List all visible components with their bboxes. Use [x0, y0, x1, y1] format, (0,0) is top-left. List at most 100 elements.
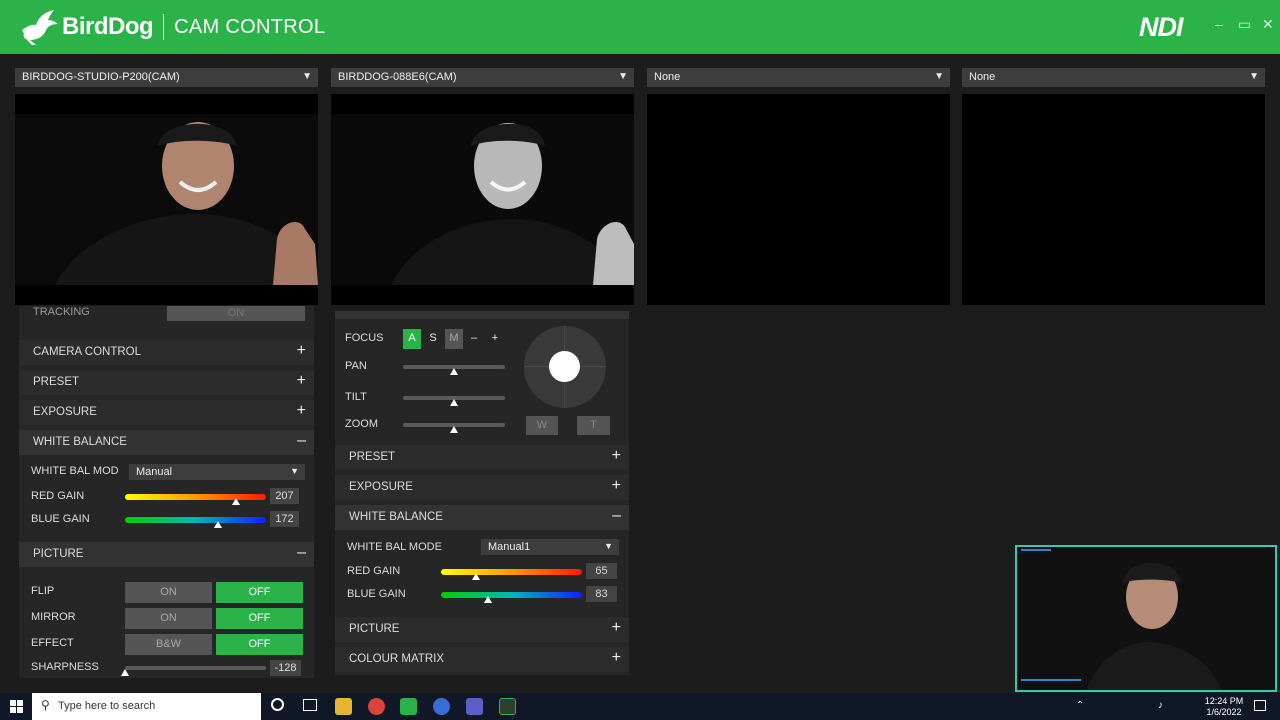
flip-off-button[interactable]: OFF: [216, 582, 303, 603]
red-gain-value: 207: [270, 488, 299, 504]
tracking-toggle[interactable]: ON: [167, 306, 305, 321]
focus-minus-button[interactable]: –: [467, 329, 481, 349]
zoom-tele-button[interactable]: T: [577, 416, 610, 435]
red-gain-label: RED GAIN: [31, 490, 85, 502]
section-preset[interactable]: PRESET +: [335, 445, 629, 470]
mirror-off-button[interactable]: OFF: [216, 608, 303, 629]
tracking-label: TRACKING: [33, 306, 90, 316]
flip-on-button[interactable]: ON: [125, 582, 212, 603]
red-gain-slider[interactable]: [125, 494, 266, 500]
expand-icon: +: [611, 649, 621, 666]
wb-mode-select[interactable]: Manual1 ▼: [481, 539, 619, 555]
source-select-3[interactable]: None ▼: [647, 68, 950, 87]
section-label: PRESET: [33, 376, 80, 388]
sharpness-slider-thumb[interactable]: [121, 669, 129, 676]
tilt-label: TILT: [345, 391, 367, 403]
camera-image: [15, 114, 318, 285]
section-label: WHITE BALANCE: [33, 436, 127, 448]
search-icon: ⚲: [41, 698, 50, 712]
file-explorer-icon[interactable]: [335, 698, 352, 715]
blue-gain-slider-thumb[interactable]: [483, 596, 492, 603]
section-label: PRESET: [349, 451, 396, 463]
flip-label: FLIP: [31, 585, 55, 597]
focus-auto-button[interactable]: A: [403, 329, 421, 349]
blue-gain-slider[interactable]: [125, 517, 266, 523]
red-gain-slider[interactable]: [441, 569, 582, 575]
joystick-knob[interactable]: [549, 351, 580, 382]
chrome-icon[interactable]: [368, 698, 385, 715]
app-name: CAM CONTROL: [174, 15, 326, 38]
section-preset[interactable]: PRESET +: [19, 370, 314, 395]
section-label: PICTURE: [349, 623, 400, 635]
red-gain-slider-thumb[interactable]: [232, 498, 241, 505]
windows-start-icon[interactable]: [10, 700, 23, 713]
expand-icon: +: [296, 402, 306, 419]
video-feed-1[interactable]: [15, 94, 318, 305]
section-exposure[interactable]: EXPOSURE +: [19, 400, 314, 425]
sharpness-value: -128: [270, 660, 301, 676]
chevron-down-icon: ▼: [618, 71, 628, 82]
section-colour-matrix[interactable]: COLOUR MATRIX +: [335, 647, 629, 672]
sharpness-slider[interactable]: [125, 666, 266, 670]
red-gain-slider-thumb[interactable]: [472, 573, 481, 580]
source-select-4[interactable]: None ▼: [962, 68, 1265, 87]
teams-icon[interactable]: [466, 698, 483, 715]
expand-icon: +: [611, 619, 621, 636]
mirror-label: MIRROR: [31, 611, 76, 623]
blue-gain-slider[interactable]: [441, 592, 582, 598]
section-exposure[interactable]: EXPOSURE +: [335, 475, 629, 500]
effect-off-button[interactable]: OFF: [216, 634, 303, 655]
volume-icon[interactable]: ♪: [1158, 700, 1163, 711]
focus-s-button[interactable]: S: [425, 329, 441, 349]
source-select-label: BIRDDOG-088E6(CAM): [338, 71, 457, 83]
source-select-1[interactable]: BIRDDOG-STUDIO-P200(CAM) ▼: [15, 68, 318, 87]
section-label: EXPOSURE: [349, 481, 413, 493]
blue-gain-label: BLUE GAIN: [31, 513, 90, 525]
tilt-slider-thumb[interactable]: [450, 399, 458, 406]
section-white-balance[interactable]: WHITE BALANCE –: [19, 430, 314, 455]
expand-icon: +: [296, 342, 306, 359]
source-select-2[interactable]: BIRDDOG-088E6(CAM) ▼: [331, 68, 634, 87]
mirror-on-button[interactable]: ON: [125, 608, 212, 629]
app-icon[interactable]: [400, 698, 417, 715]
chevron-down-icon: ▼: [1249, 71, 1259, 82]
effect-bw-button[interactable]: B&W: [125, 634, 212, 655]
restore-button[interactable]: ▭: [1238, 16, 1251, 33]
close-button[interactable]: ✕: [1262, 16, 1274, 33]
focus-plus-button[interactable]: +: [488, 329, 502, 349]
video-feed-2[interactable]: [331, 94, 634, 305]
chevron-down-icon: ▼: [290, 466, 299, 476]
minimize-button[interactable]: –: [1215, 16, 1223, 32]
section-picture[interactable]: PICTURE +: [335, 617, 629, 642]
chevron-down-icon: ▼: [934, 71, 944, 82]
section-picture[interactable]: PICTURE –: [19, 542, 314, 567]
notification-icon[interactable]: [1254, 700, 1266, 711]
taskbar-search[interactable]: ⚲ Type here to search: [32, 693, 261, 720]
bird-logo-icon: [22, 10, 58, 45]
zoom-slider-thumb[interactable]: [450, 426, 458, 433]
taskbar-clock[interactable]: 12:24 PM 1/6/2022: [1202, 696, 1246, 718]
chevron-down-icon: ▼: [302, 71, 312, 82]
left-control-panel: TRACKING ON CAMERA CONTROL + PRESET + EX…: [19, 306, 314, 678]
wb-mode-select[interactable]: Manual ▼: [129, 464, 305, 480]
section-camera-control[interactable]: CAMERA CONTROL +: [19, 340, 314, 365]
task-view-icon[interactable]: [303, 699, 317, 711]
video-feed-4[interactable]: [962, 94, 1265, 305]
ndi-logo: NDI: [1139, 12, 1183, 42]
blue-gain-slider-thumb[interactable]: [214, 521, 223, 528]
focus-manual-button[interactable]: M: [445, 329, 463, 349]
section-label: CAMERA CONTROL: [33, 346, 141, 358]
pan-slider-thumb[interactable]: [450, 368, 458, 375]
cortana-icon[interactable]: [271, 698, 284, 711]
cam-control-icon[interactable]: [499, 698, 516, 715]
camera-image: [331, 114, 634, 285]
title-divider: [163, 14, 165, 40]
ptz-joystick[interactable]: [524, 326, 606, 408]
browser-icon[interactable]: [433, 698, 450, 715]
tray-overflow-icon[interactable]: ⌃: [1076, 700, 1084, 711]
chevron-down-icon: ▼: [604, 541, 613, 551]
video-feed-3[interactable]: [647, 94, 950, 305]
section-white-balance[interactable]: WHITE BALANCE –: [335, 505, 629, 530]
search-placeholder: Type here to search: [58, 700, 156, 712]
zoom-wide-button[interactable]: W: [526, 416, 558, 435]
